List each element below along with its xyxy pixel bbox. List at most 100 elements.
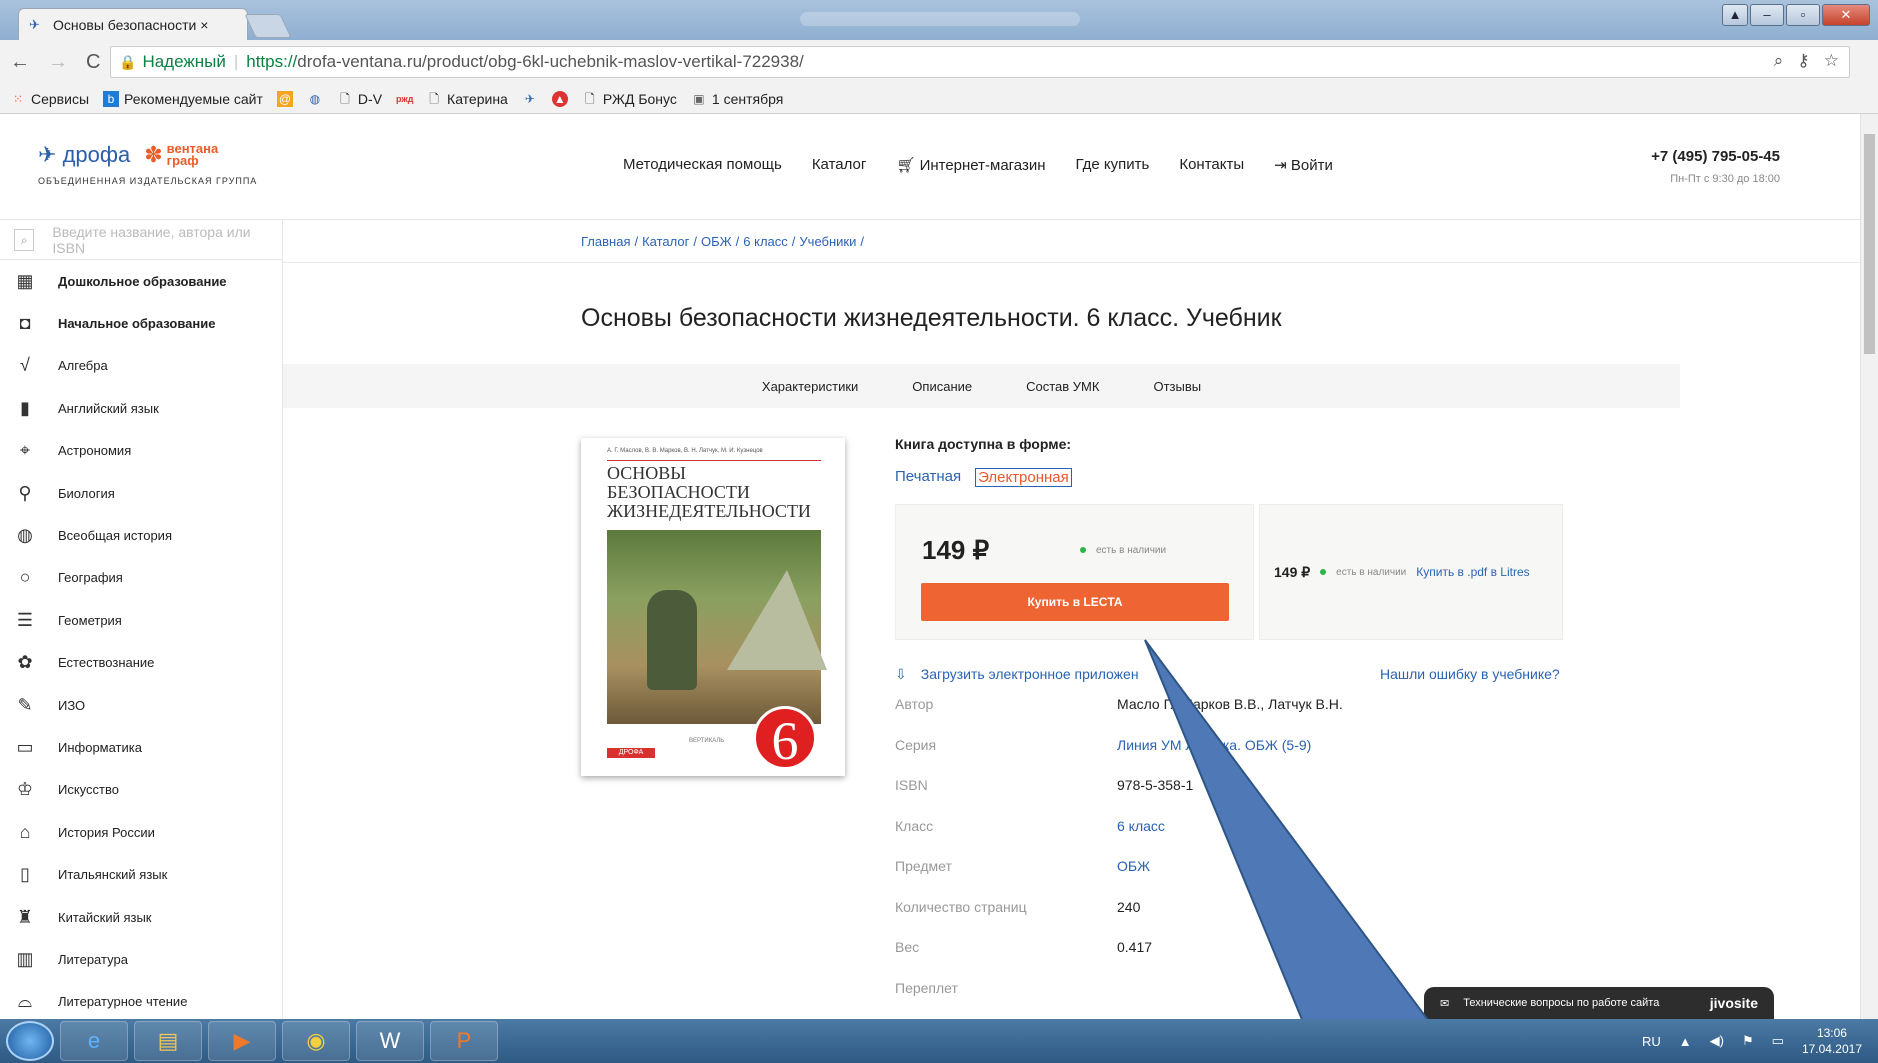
property-value[interactable]: ОБЖ (1117, 858, 1150, 899)
powerpoint-icon[interactable]: P (430, 1021, 498, 1061)
reload-icon[interactable]: C (86, 51, 100, 74)
property-value[interactable]: Линия УМ Латчука. ОБЖ (5-9) (1117, 737, 1311, 778)
maximize-button[interactable]: ▫ (1786, 4, 1820, 26)
zoom-icon[interactable]: ⌕ (1774, 51, 1784, 71)
sidebar-item[interactable]: √ Алгебра (0, 345, 282, 387)
sidebar-item[interactable]: ⌖ Астрономия (0, 430, 282, 472)
property-value[interactable]: 6 класс (1117, 818, 1165, 859)
book-cover[interactable]: А. Г. Маслов, В. В. Марков, В. Н. Латчук… (581, 438, 845, 776)
apps-grid-icon: ⁙ (12, 91, 24, 106)
bookmark-dv[interactable]: 🗋 D-V (337, 91, 382, 107)
nav-catalog[interactable]: Каталог (812, 156, 867, 174)
network-icon[interactable]: ▭ (1772, 1033, 1784, 1049)
bookmark-label: 1 сентября (711, 90, 784, 107)
bookmark-globe[interactable]: ◍ (307, 91, 323, 107)
sidebar-item[interactable]: ▯ Итальянский язык (0, 853, 282, 895)
forward-icon[interactable]: → (48, 51, 68, 74)
scrollbar-thumb[interactable] (1864, 134, 1875, 354)
crumb-catalog[interactable]: Каталог (642, 234, 689, 249)
download-link[interactable]: ⇩ Загрузить электронное приложен (895, 666, 1139, 683)
address-bar[interactable]: 🔒 Надежный | https:// drofa-ventana.ru/p… (110, 46, 1850, 78)
crumb-obzh[interactable]: ОБЖ (701, 234, 732, 249)
crumb-home[interactable]: Главная (581, 234, 630, 249)
bookmark-drofa[interactable]: ✈ (522, 91, 538, 107)
page-scrollbar[interactable] (1860, 114, 1878, 1019)
tab-umk[interactable]: Состав УМК (1026, 379, 1099, 394)
sidebar-item[interactable]: ○ География (0, 557, 282, 599)
nav-shop[interactable]: 🛒︎ Интернет-магазин (896, 156, 1045, 174)
chrome-icon[interactable]: ◉ (282, 1021, 350, 1061)
sidebar-item[interactable]: ▭ Информатика (0, 726, 282, 768)
bookmark-apps[interactable]: ⁙ Сервисы (10, 91, 89, 107)
sidebar-item[interactable]: ▥ Литература (0, 938, 282, 980)
new-tab-button[interactable] (244, 14, 292, 38)
ie-icon[interactable]: e (60, 1021, 128, 1061)
nav-contacts[interactable]: Контакты (1179, 156, 1244, 174)
format-print[interactable]: Печатная (895, 468, 961, 487)
bookmark-star-icon[interactable]: ☆ (1824, 51, 1839, 71)
word-icon[interactable]: W (356, 1021, 424, 1061)
clock[interactable]: 13:06 17.04.2017 (1802, 1025, 1862, 1057)
crumb-grade[interactable]: 6 класс (743, 234, 788, 249)
tab-reviews[interactable]: Отзывы (1153, 379, 1201, 394)
close-window-button[interactable]: ✕ (1822, 4, 1870, 26)
buy-lecta-button[interactable]: Купить в LECTA (921, 583, 1229, 621)
sidebar-item[interactable]: ⌂ История России (0, 811, 282, 853)
bookmark-mail[interactable]: @ (276, 90, 293, 107)
sidebar-item[interactable]: ▦ Дошкольное образование (0, 260, 282, 302)
nav-login[interactable]: ⇥ Войти (1274, 156, 1333, 174)
start-button[interactable] (6, 1021, 54, 1061)
language-indicator[interactable]: RU (1642, 1034, 1661, 1049)
sidebar-item[interactable]: ☰ Геометрия (0, 599, 282, 641)
chat-widget[interactable]: ✉ Технические вопросы по работе сайта ji… (1424, 987, 1774, 1019)
search-icon[interactable]: ⌕ (14, 228, 35, 251)
sidebar-item[interactable]: ✎ ИЗО (0, 684, 282, 726)
crumb-textbooks[interactable]: Учебники (799, 234, 856, 249)
flag-icon[interactable]: ⚑ (1742, 1033, 1754, 1049)
bookmark-adobe[interactable]: ▲ (551, 90, 568, 107)
sidebar-item[interactable]: ⚲ Биология (0, 472, 282, 514)
explorer-icon[interactable]: ▤ (134, 1021, 202, 1061)
sidebar-item-label: География (58, 570, 123, 586)
property-row: Переплет (895, 980, 1495, 1020)
browser-tab[interactable]: ✈ Основы безопасности × (18, 8, 248, 40)
sidebar-item[interactable]: ♜ Китайский язык (0, 896, 282, 938)
search-input[interactable]: Введите название, автора или ISBN (52, 224, 268, 256)
tab-characteristics[interactable]: Характеристики (762, 379, 858, 394)
format-electronic[interactable]: Электронная (975, 468, 1072, 487)
sidebar-item[interactable]: ✿ Естествознание (0, 642, 282, 684)
bookmark-rzd-bonus[interactable]: 🗋 РЖД Бонус (582, 91, 677, 107)
sidebar-item[interactable]: ◘ Начальное образование (0, 302, 282, 344)
login-icon: ⇥ (1274, 157, 1287, 174)
sidebar-item[interactable]: ▮ Английский язык (0, 387, 282, 429)
bookmark-rzd[interactable]: ржд (396, 91, 413, 107)
tower-icon: ▯ (20, 864, 30, 885)
buy-litres-link[interactable]: Купить в .pdf в Litres (1416, 565, 1529, 579)
sidebar-item[interactable]: ◍ Всеобщая история (0, 514, 282, 556)
tray-arrow-icon[interactable]: ▲ (1679, 1034, 1692, 1049)
bookmarks-bar: ⁙ Сервисы b Рекомендуемые сайт @ ◍ 🗋 D-V рж… (0, 84, 1878, 114)
bookmark-recommended[interactable]: b Рекомендуемые сайт (103, 90, 263, 107)
media-player-icon[interactable]: ▶ (208, 1021, 276, 1061)
nav-method-help[interactable]: Методическая помощь (623, 156, 782, 174)
profile-icon[interactable]: ▲ (1722, 4, 1748, 26)
sidebar-item-label: Искусство (58, 782, 119, 798)
nav-where-buy[interactable]: Где купить (1076, 156, 1150, 174)
bookmark-label: Рекомендуемые сайт (124, 90, 263, 107)
phone-number[interactable]: +7 (495) 795-05-45 (1651, 148, 1780, 165)
report-error-link[interactable]: Нашли ошибку в учебнике? (1380, 666, 1560, 682)
bookmark-1sept[interactable]: ▣ 1 сентября (691, 91, 783, 107)
bird-icon: ✈ (38, 142, 57, 167)
site-logo[interactable]: ✈ дрофа ✽ вентана граф ОБЪЕДИНЕННАЯ ИЗДА… (38, 142, 257, 186)
plant-icon: ✿ (17, 652, 33, 673)
volume-icon[interactable]: ◀) (1710, 1033, 1724, 1049)
sidebar-item[interactable]: ⌓ Литературное чтение (0, 981, 282, 1019)
sidebar-item[interactable]: ♔ Искусство (0, 769, 282, 811)
tab-description[interactable]: Описание (912, 379, 972, 394)
back-icon[interactable]: ← (10, 51, 30, 74)
key-icon[interactable]: ⚷ (1797, 51, 1809, 71)
sidebar-search[interactable]: ⌕ Введите название, автора или ISBN (0, 220, 282, 260)
product-tabs: Характеристики Описание Состав УМК Отзыв… (283, 364, 1680, 408)
minimize-button[interactable]: – (1750, 4, 1784, 26)
bookmark-katerina[interactable]: 🗋 Катерина (426, 91, 508, 107)
